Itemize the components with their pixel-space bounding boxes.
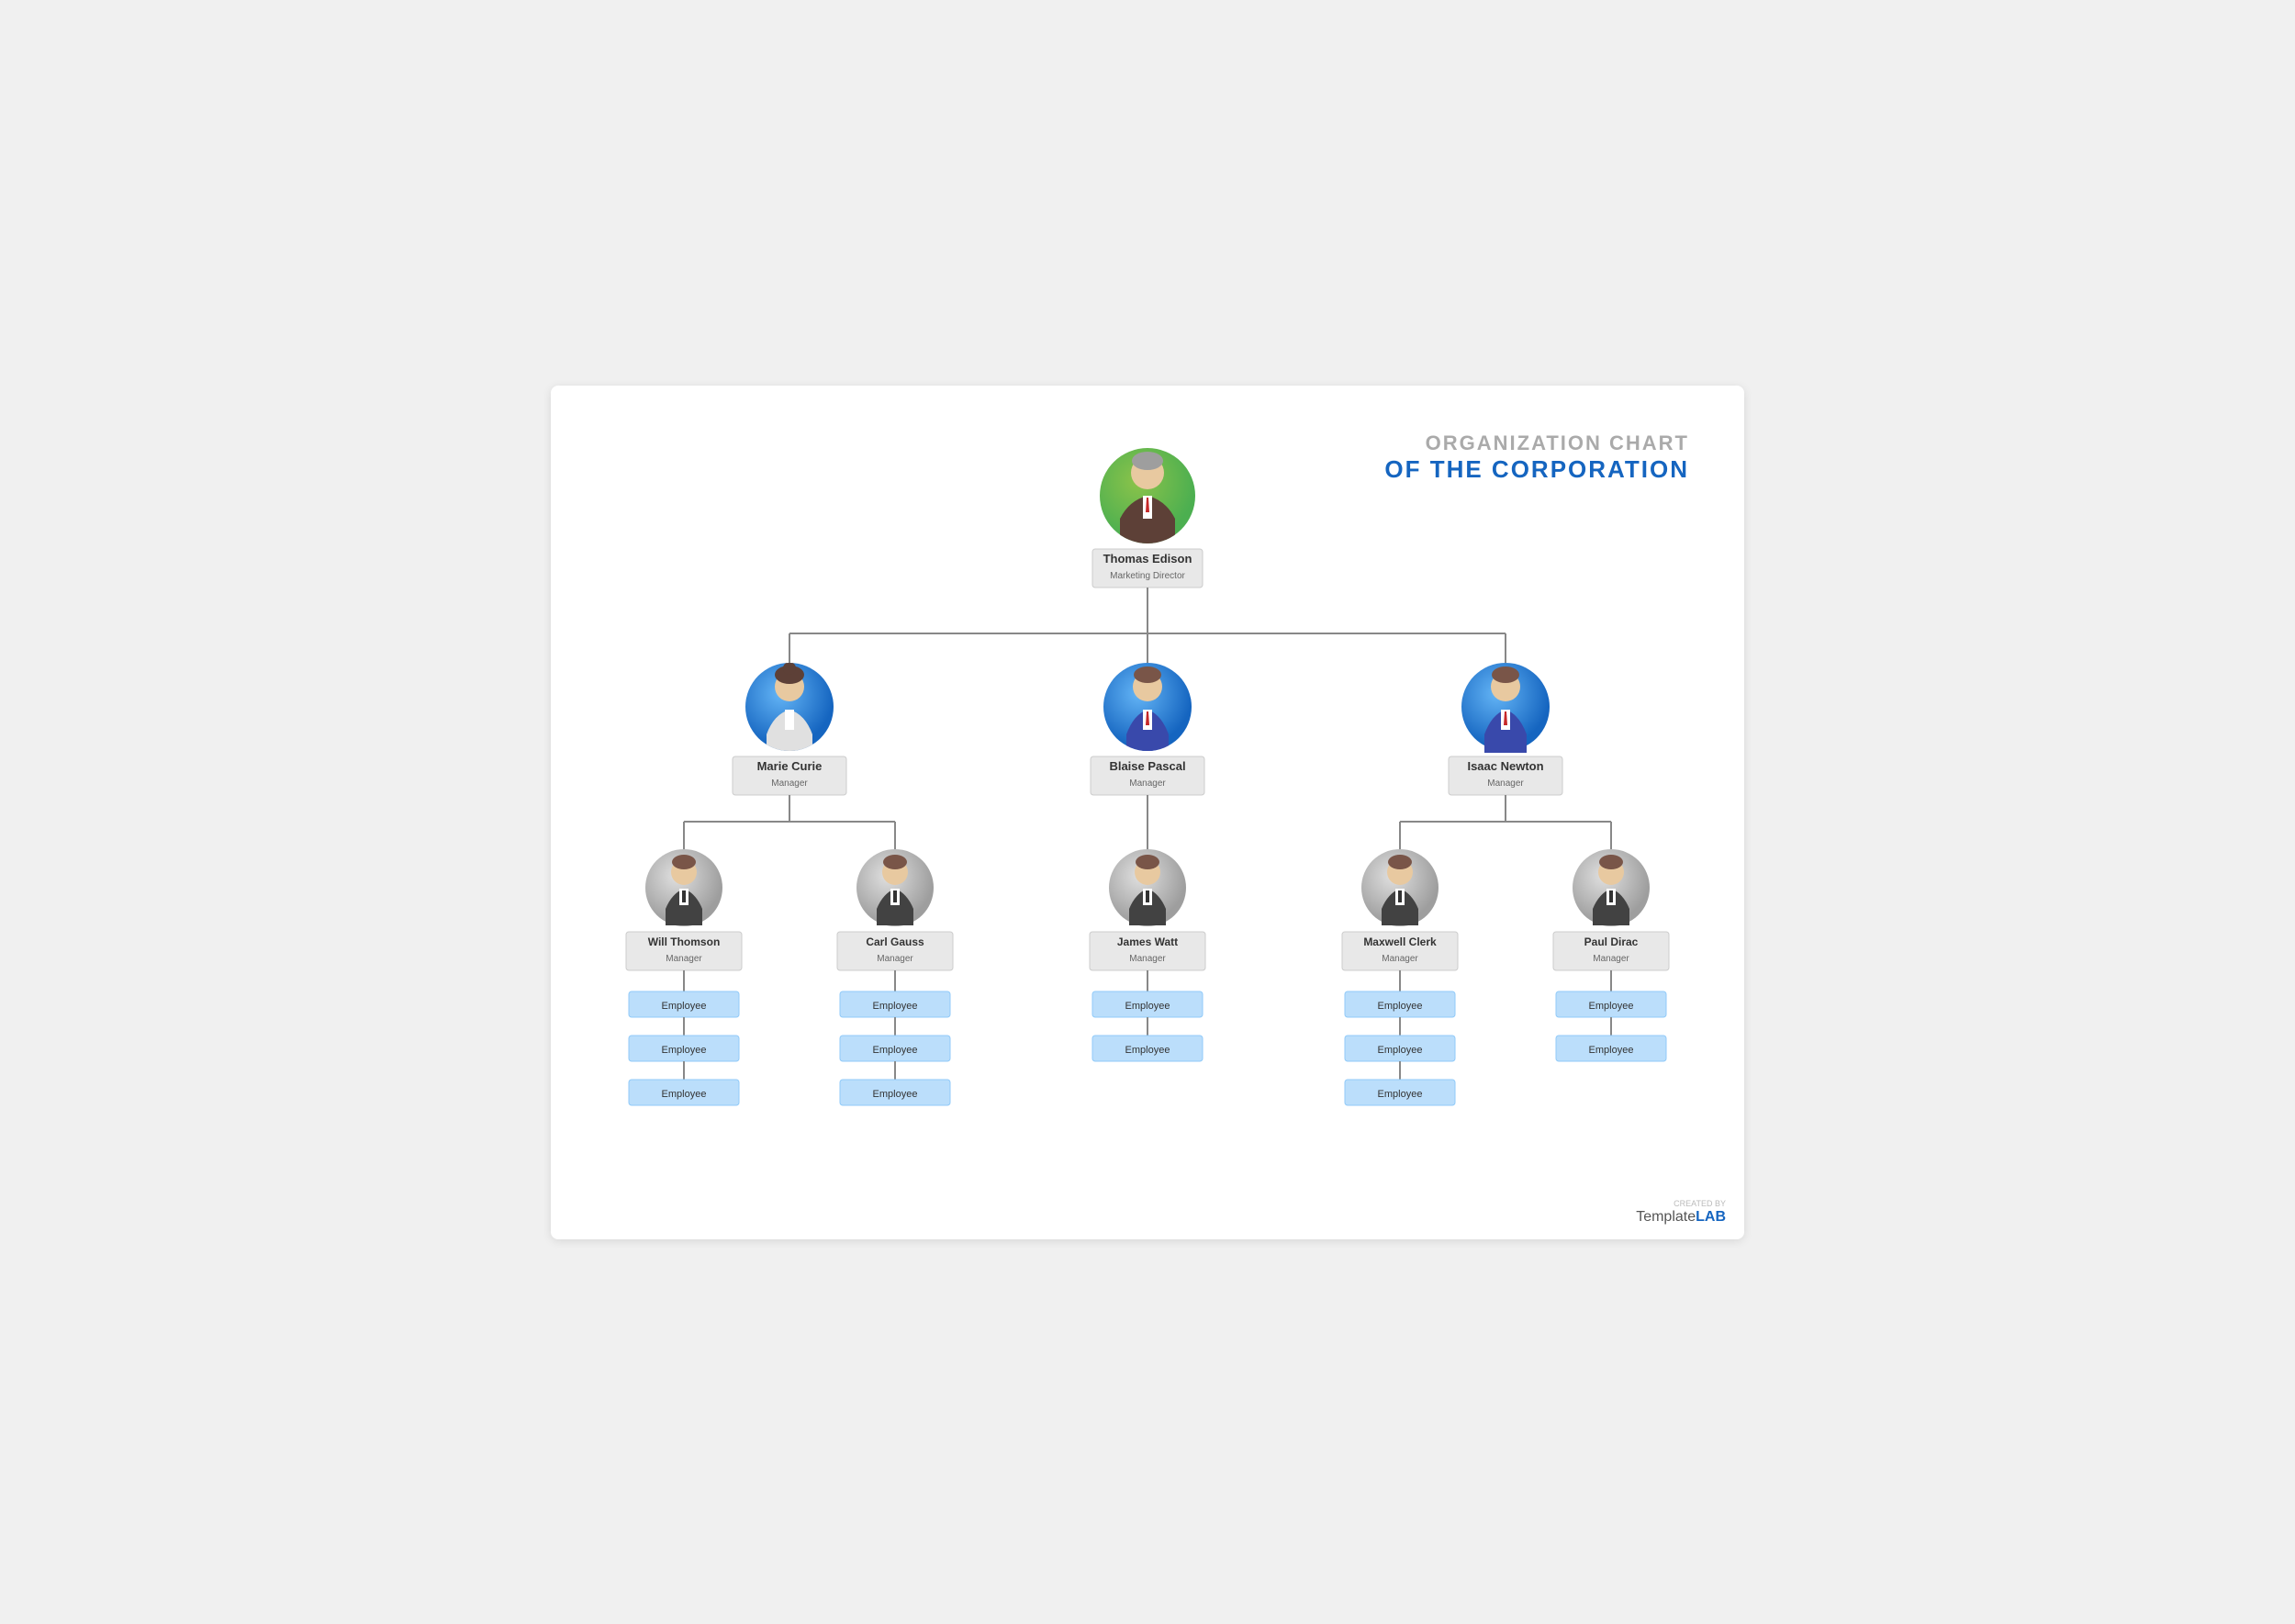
ceo-role: Marketing Director bbox=[1110, 571, 1185, 581]
mxc-emp3-label: Employee bbox=[1378, 1089, 1423, 1100]
mgr1-role: Manager bbox=[1129, 778, 1166, 789]
title-line2: OF THE CORPORATION bbox=[1384, 455, 1689, 484]
tl4-name: Paul Dirac bbox=[1584, 935, 1639, 948]
mgr0-name: Marie Curie bbox=[757, 759, 823, 773]
watermark-brand: TemplateLAB bbox=[1636, 1209, 1726, 1225]
tl3-name: Maxwell Clerk bbox=[1363, 935, 1437, 948]
pd-emp1-label: Employee bbox=[1589, 1001, 1634, 1012]
tl1-name: Carl Gauss bbox=[866, 935, 924, 948]
cg-emp1-label: Employee bbox=[873, 1001, 918, 1012]
mgr1-name: Blaise Pascal bbox=[1109, 759, 1185, 773]
tl1-role: Manager bbox=[877, 954, 913, 964]
title-line1: ORGANIZATION CHART bbox=[1384, 431, 1689, 455]
tl2-role: Manager bbox=[1129, 954, 1166, 964]
chart-container: ORGANIZATION CHART OF THE CORPORATION bbox=[551, 386, 1744, 1239]
mgr0-role: Manager bbox=[771, 778, 808, 789]
watermark-brand-bold: LAB bbox=[1696, 1209, 1726, 1225]
mgr2-name: Isaac Newton bbox=[1467, 759, 1543, 773]
wt-emp3-label: Employee bbox=[662, 1089, 707, 1100]
org-chart-svg: Thomas Edison Marketing Director bbox=[578, 441, 1717, 1193]
watermark-created-by: CREATED BY bbox=[1636, 1199, 1726, 1208]
tl0-name: Will Thomson bbox=[648, 935, 721, 948]
jw-emp2-label: Employee bbox=[1125, 1045, 1170, 1056]
title-area: ORGANIZATION CHART OF THE CORPORATION bbox=[1384, 431, 1689, 484]
ceo-name: Thomas Edison bbox=[1103, 552, 1192, 566]
mxc-emp2-label: Employee bbox=[1378, 1045, 1423, 1056]
tl4-role: Manager bbox=[1593, 954, 1629, 964]
watermark-brand-normal: Template bbox=[1636, 1209, 1696, 1225]
cg-emp2-label: Employee bbox=[873, 1045, 918, 1056]
jw-emp1-label: Employee bbox=[1125, 1001, 1170, 1012]
wt-emp1-label: Employee bbox=[662, 1001, 707, 1012]
tl0-role: Manager bbox=[666, 954, 702, 964]
cg-emp3-label: Employee bbox=[873, 1089, 918, 1100]
tl2-name: James Watt bbox=[1117, 935, 1178, 948]
wt-emp2-label: Employee bbox=[662, 1045, 707, 1056]
pd-emp2-label: Employee bbox=[1589, 1045, 1634, 1056]
mxc-emp1-label: Employee bbox=[1378, 1001, 1423, 1012]
mgr2-role: Manager bbox=[1487, 778, 1524, 789]
watermark: CREATED BY TemplateLAB bbox=[1636, 1199, 1726, 1226]
tl3-role: Manager bbox=[1382, 954, 1418, 964]
org-chart: Thomas Edison Marketing Director bbox=[578, 422, 1717, 1193]
